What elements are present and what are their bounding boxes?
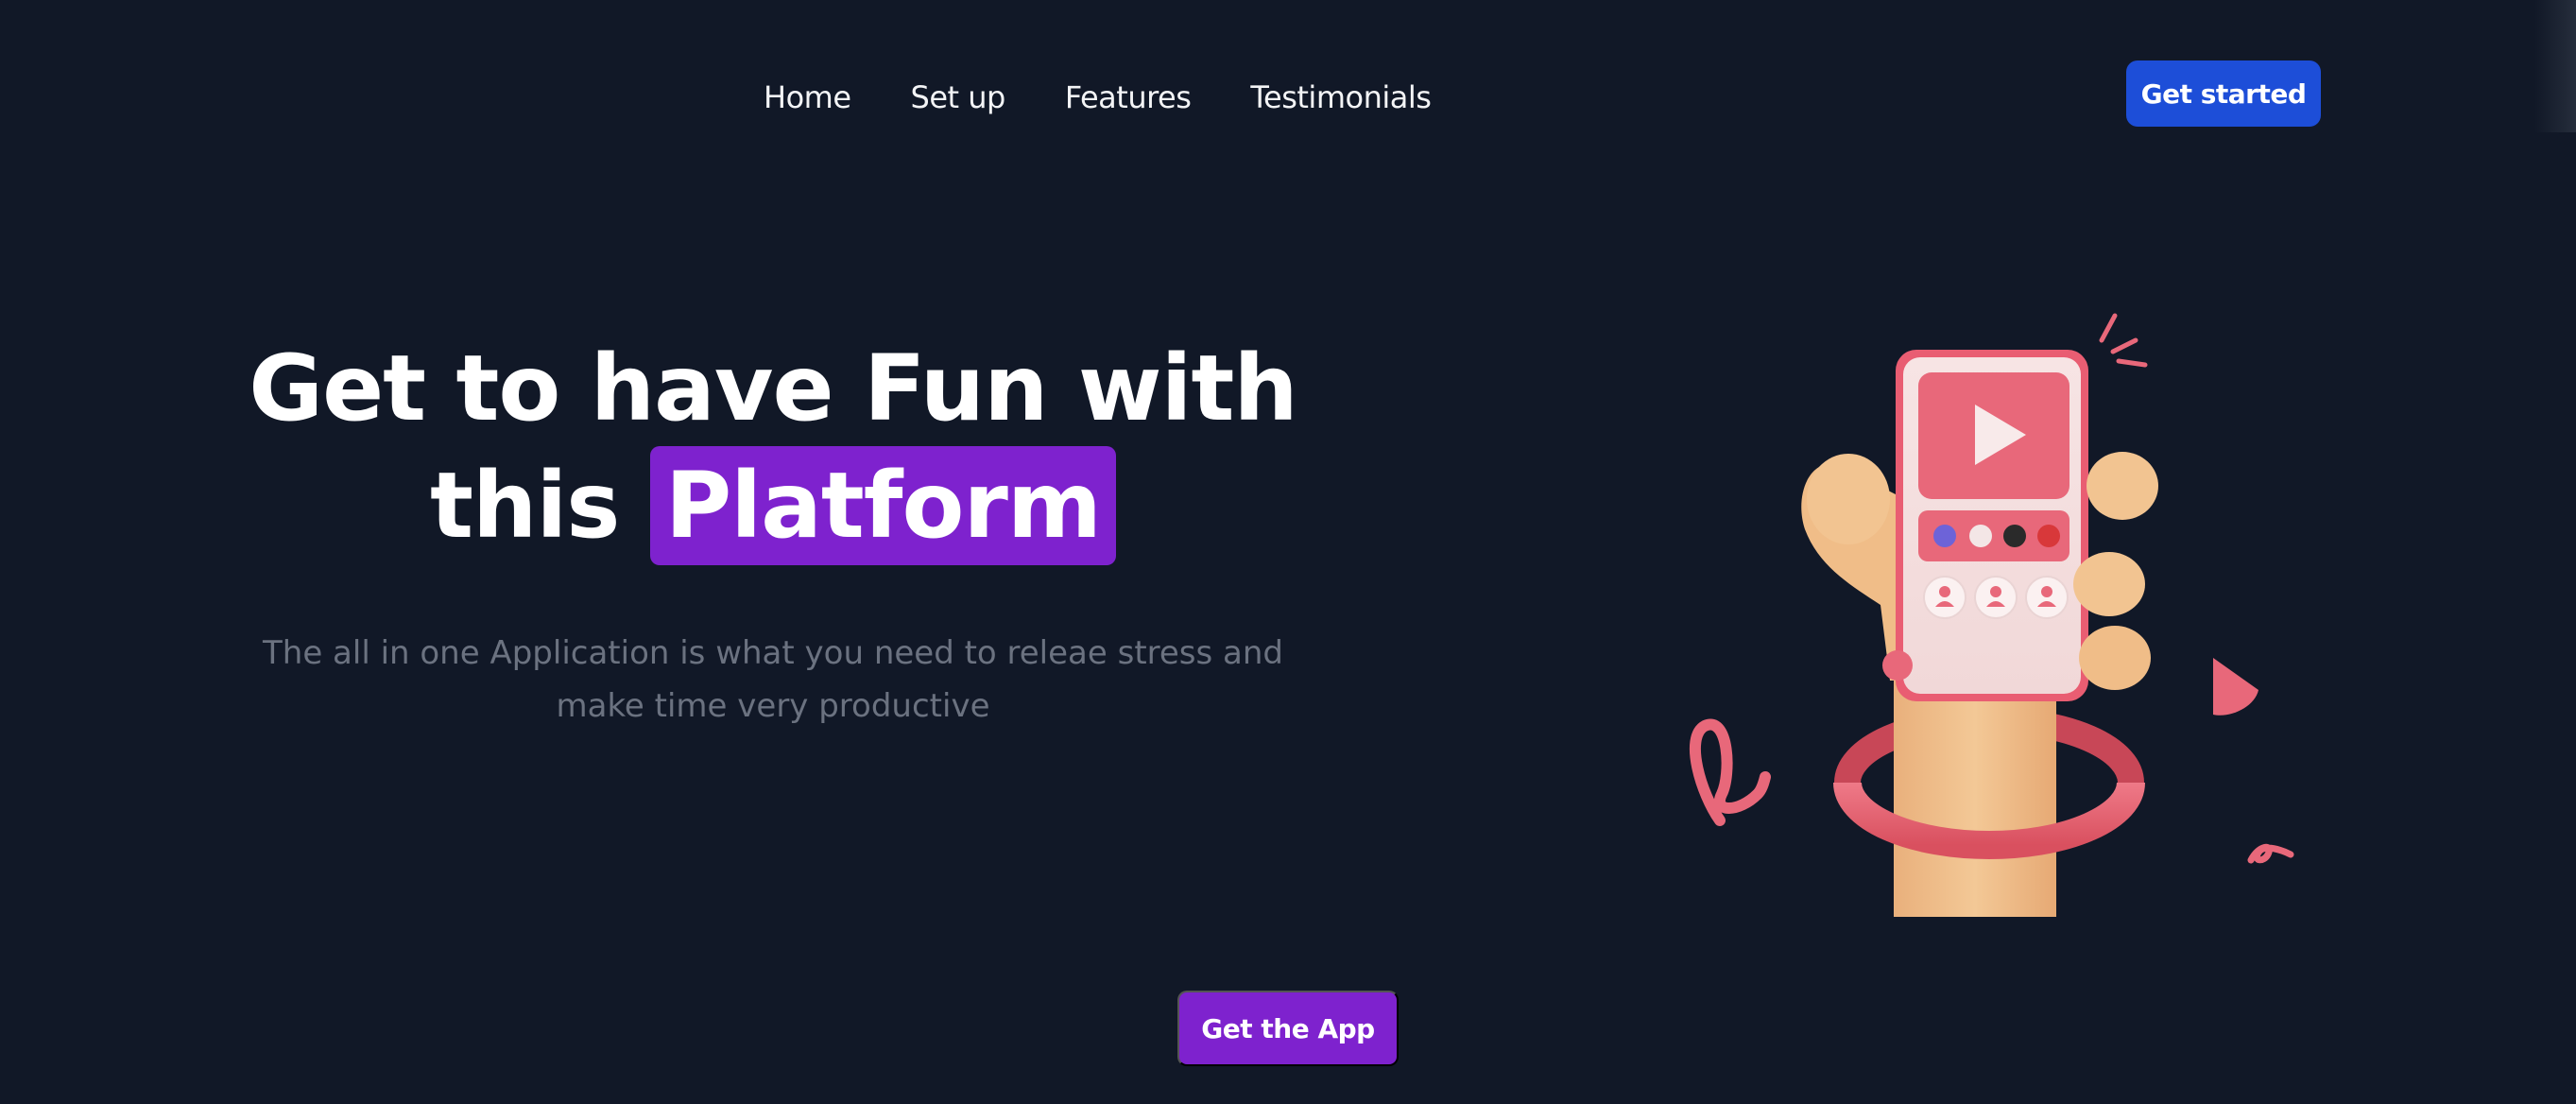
nav-home-link[interactable]: Home	[764, 74, 851, 121]
swirl-left	[1689, 718, 1771, 826]
hero-title-line1: Get to have Fun with	[249, 336, 1297, 441]
hero-subtitle: The all in one Application is what you n…	[263, 634, 1283, 725]
dot-white	[1969, 525, 1992, 547]
nav-setup-link[interactable]: Set up	[911, 74, 1006, 121]
landing-page: Home Set up Features Testimonials Get st…	[0, 0, 2576, 1104]
sparkle	[2099, 313, 2118, 343]
hero-title-prefix: this	[430, 453, 620, 559]
finger-1	[2087, 452, 2158, 520]
squiggle-right	[2247, 843, 2294, 864]
hero-title-highlight: Platform	[649, 446, 1116, 565]
scroll-edge-shadow	[2534, 0, 2576, 132]
thumb	[1807, 454, 1890, 544]
hero-title: Get to have Fun with this Platform	[189, 331, 1357, 565]
nav-features-link[interactable]: Features	[1065, 74, 1192, 121]
nav-testimonials-link[interactable]: Testimonials	[1250, 74, 1432, 121]
phone-side-button	[1882, 650, 1913, 681]
finger-3	[2079, 626, 2151, 690]
dot-red	[2037, 525, 2060, 547]
cone	[2213, 658, 2258, 716]
get-the-app-button[interactable]: Get the App	[1177, 991, 1399, 1066]
hand-holding-phone-illustration	[1689, 313, 2294, 917]
dot-purple	[1933, 525, 1956, 547]
main-nav: Home Set up Features Testimonials	[764, 74, 1432, 121]
dot-black	[2003, 525, 2026, 547]
get-started-button[interactable]: Get started	[2126, 60, 2321, 127]
finger-2	[2073, 552, 2145, 616]
